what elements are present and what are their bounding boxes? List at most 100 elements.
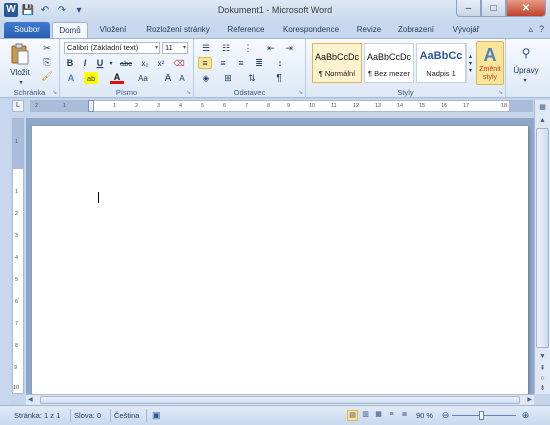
clear-formatting-icon[interactable]: ⌫ xyxy=(172,57,186,69)
justify-icon[interactable]: ≣ xyxy=(252,57,266,69)
decrease-indent-icon[interactable]: ⇤ xyxy=(264,42,278,54)
scroll-down-icon[interactable]: ▼ xyxy=(536,350,549,362)
bold-button[interactable]: B xyxy=(64,57,76,69)
language[interactable]: Čeština xyxy=(114,411,139,420)
ruler-tick: 10 xyxy=(13,385,20,391)
numbering-icon[interactable]: ☷ xyxy=(218,42,234,54)
minimize-button[interactable]: – xyxy=(456,0,481,17)
next-page-icon[interactable]: ⇟ xyxy=(536,382,549,394)
group-label-font: Písmo xyxy=(115,88,138,97)
borders-icon[interactable]: ⊞ xyxy=(220,72,236,84)
minimize-ribbon-icon[interactable]: ▵ xyxy=(528,24,533,35)
vertical-scrollbar[interactable]: ▦ ▲ ▼ ⇞ ○ ⇟ xyxy=(534,100,550,394)
tab-developer[interactable]: Vývojář xyxy=(446,22,486,38)
scroll-thumb[interactable] xyxy=(536,128,549,348)
help-icon[interactable]: ? xyxy=(539,24,544,35)
clipboard-launcher-icon[interactable]: ↘ xyxy=(52,89,57,96)
increase-indent-icon[interactable]: ⇥ xyxy=(282,42,296,54)
web-layout-icon[interactable]: ▦ xyxy=(373,410,384,421)
font-name-value: Calibri (Základní text) xyxy=(67,43,139,52)
paste-icon[interactable] xyxy=(8,42,32,66)
indent-marker[interactable] xyxy=(88,100,94,112)
find-icon[interactable]: ⚲ xyxy=(512,43,540,63)
underline-button[interactable]: U xyxy=(94,57,106,69)
group-label-styles: Styly xyxy=(397,88,414,97)
change-styles-button[interactable]: A Změnit styly xyxy=(476,41,504,85)
editing-button[interactable]: Úpravy xyxy=(508,65,544,75)
align-right-icon[interactable]: ≡ xyxy=(234,57,248,69)
tab-mailings[interactable]: Korespondence xyxy=(274,22,348,38)
zoom-slider-thumb[interactable] xyxy=(479,411,484,420)
shading-icon[interactable]: ◈ xyxy=(198,72,214,84)
editing-dropdown-icon[interactable]: ▾ xyxy=(520,76,530,84)
style-heading-1[interactable]: AaBbCc Nadpis 1 xyxy=(416,43,466,83)
outline-icon[interactable]: ≡ xyxy=(386,410,397,421)
maximize-button[interactable]: □ xyxy=(481,0,506,17)
zoom-level[interactable]: 90 % xyxy=(416,411,433,420)
horizontal-scrollbar[interactable]: ◀ ▶ xyxy=(26,394,534,405)
align-center-icon[interactable]: ≡ xyxy=(216,57,230,69)
cut-icon[interactable]: ✂ xyxy=(40,42,54,54)
style-no-spacing[interactable]: AaBbCcDc ¶ Bez mezer xyxy=(364,43,414,83)
change-case-button[interactable]: Aa xyxy=(134,72,152,84)
tab-review[interactable]: Revize xyxy=(352,22,386,38)
text-effects-button[interactable]: A xyxy=(64,72,78,84)
zoom-in-icon[interactable]: ⊕ xyxy=(520,410,531,421)
scroll-up-icon[interactable]: ▲ xyxy=(536,114,549,126)
font-color-button[interactable]: A xyxy=(110,72,124,84)
shrink-font-button[interactable]: A xyxy=(176,72,188,84)
strikethrough-button[interactable]: abc xyxy=(118,57,134,69)
full-screen-reading-icon[interactable]: ▥ xyxy=(360,410,371,421)
status-bar: Stránka: 1 z 1 Slova: 0 Čeština ▣ ▤ ▥ ▦ … xyxy=(0,405,550,425)
align-left-icon[interactable]: ≡ xyxy=(198,57,212,69)
tab-file[interactable]: Soubor xyxy=(4,22,50,38)
tab-references[interactable]: Reference xyxy=(222,22,270,38)
style-normal[interactable]: AaBbCcDc ¶ Normální xyxy=(312,43,362,83)
print-layout-icon[interactable]: ▤ xyxy=(347,410,358,421)
tab-home[interactable]: Domů xyxy=(52,22,88,38)
group-label-paragraph: Odstavec xyxy=(233,88,266,97)
styles-launcher-icon[interactable]: ↘ xyxy=(498,89,503,96)
ruler-tick: 4 xyxy=(179,103,183,109)
macro-record-icon[interactable]: ▣ xyxy=(152,410,161,421)
show-marks-icon[interactable]: ¶ xyxy=(272,72,286,84)
grow-font-button[interactable]: A xyxy=(162,72,174,84)
tab-view[interactable]: Zobrazení xyxy=(390,22,442,38)
draft-icon[interactable]: ≣ xyxy=(399,410,410,421)
copy-icon[interactable]: ⎘ xyxy=(40,56,54,68)
italic-button[interactable]: I xyxy=(79,57,91,69)
vertical-ruler[interactable]: 1 1 2 3 4 5 6 7 8 9 10 xyxy=(12,118,24,394)
horizontal-ruler[interactable]: 2 1 1 2 3 4 5 6 7 8 9 10 11 12 13 14 15 … xyxy=(30,100,533,112)
view-ruler-toggle-icon[interactable]: ▦ xyxy=(536,101,549,113)
multilevel-list-icon[interactable]: ⋮ xyxy=(240,42,256,54)
left-window-edge xyxy=(0,100,10,405)
superscript-button[interactable]: x² xyxy=(154,57,168,69)
styles-scroll-icon[interactable]: ▴ ▾ ▾ xyxy=(466,43,474,83)
word-count[interactable]: Slova: 0 xyxy=(74,411,101,420)
tab-insert[interactable]: Vložení xyxy=(92,22,134,38)
highlight-button[interactable]: ab xyxy=(84,72,98,84)
h-scroll-thumb[interactable] xyxy=(40,396,520,404)
scroll-right-icon[interactable]: ▶ xyxy=(527,396,532,403)
page-count[interactable]: Stránka: 1 z 1 xyxy=(14,411,60,420)
font-size-combo[interactable]: 11 ▾ xyxy=(162,42,188,54)
line-spacing-icon[interactable]: ↕ xyxy=(272,57,288,69)
format-painter-icon[interactable]: 🖌 xyxy=(40,70,54,82)
subscript-button[interactable]: x₂ xyxy=(138,57,152,69)
tab-selector-icon[interactable]: L xyxy=(12,100,24,112)
paste-button[interactable]: Vložit xyxy=(4,67,36,77)
zoom-slider-track[interactable] xyxy=(452,415,516,416)
zoom-out-icon[interactable]: ⊖ xyxy=(440,410,451,421)
ruler-tick: 1 xyxy=(63,103,67,109)
scroll-left-icon[interactable]: ◀ xyxy=(28,396,33,403)
font-name-combo[interactable]: Calibri (Základní text) ▾ xyxy=(64,42,160,54)
bullets-icon[interactable]: ☰ xyxy=(198,42,214,54)
document-page[interactable] xyxy=(32,126,528,394)
underline-dropdown-icon[interactable]: ▾ xyxy=(107,57,115,69)
tab-page-layout[interactable]: Rozložení stránky xyxy=(138,22,218,38)
sort-icon[interactable]: ⇅ xyxy=(244,72,260,84)
paragraph-launcher-icon[interactable]: ↘ xyxy=(298,89,303,96)
paste-dropdown-icon[interactable]: ▾ xyxy=(16,78,26,86)
close-button[interactable]: ✕ xyxy=(506,0,546,17)
font-launcher-icon[interactable]: ↘ xyxy=(186,89,191,96)
